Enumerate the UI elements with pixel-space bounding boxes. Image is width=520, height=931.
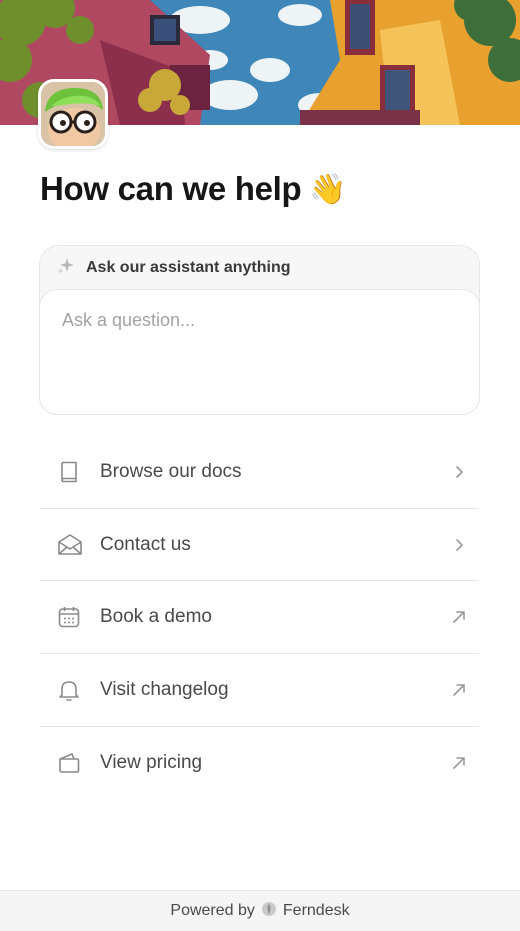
contact-us-link[interactable]: Contact us <box>40 509 479 582</box>
chevron-right-icon <box>439 538 479 552</box>
sparkle-icon <box>56 256 76 281</box>
link-label: Book a demo <box>100 606 212 628</box>
external-arrow-icon <box>439 683 479 697</box>
bell-icon <box>40 678 100 702</box>
envelope-icon <box>40 533 100 557</box>
footer: Powered by Ferndesk <box>0 890 520 931</box>
browse-docs-link[interactable]: Browse our docs <box>40 436 479 509</box>
external-arrow-icon <box>439 610 479 624</box>
question-input[interactable] <box>39 289 480 415</box>
link-label: Visit changelog <box>100 678 229 700</box>
view-pricing-link[interactable]: View pricing <box>40 727 479 800</box>
waving-hand-icon: 👋 <box>309 172 347 206</box>
assistant-label: Ask our assistant anything <box>86 259 291 276</box>
link-label: Contact us <box>100 533 191 555</box>
powered-by-text: Powered by <box>170 902 255 919</box>
ferndesk-logo-icon <box>261 901 277 922</box>
chevron-right-icon <box>439 465 479 479</box>
external-arrow-icon <box>439 756 479 770</box>
wallet-icon <box>40 751 100 775</box>
calendar-icon <box>40 605 100 629</box>
book-demo-link[interactable]: Book a demo <box>40 581 479 655</box>
link-label: View pricing <box>100 752 203 774</box>
assistant-card: Ask our assistant anything <box>39 245 480 415</box>
link-label: Browse our docs <box>100 460 242 482</box>
book-icon <box>40 460 100 484</box>
title-text: How can we help <box>40 170 302 207</box>
assistant-header: Ask our assistant anything <box>40 246 479 290</box>
page-title: How can we help 👋 <box>40 170 347 208</box>
visit-changelog-link[interactable]: Visit changelog <box>40 654 479 727</box>
avatar <box>38 79 108 149</box>
ferndesk-brand-link[interactable]: Ferndesk <box>283 902 350 920</box>
links-list: Browse our docs Contact us Book a demo V… <box>40 436 479 799</box>
